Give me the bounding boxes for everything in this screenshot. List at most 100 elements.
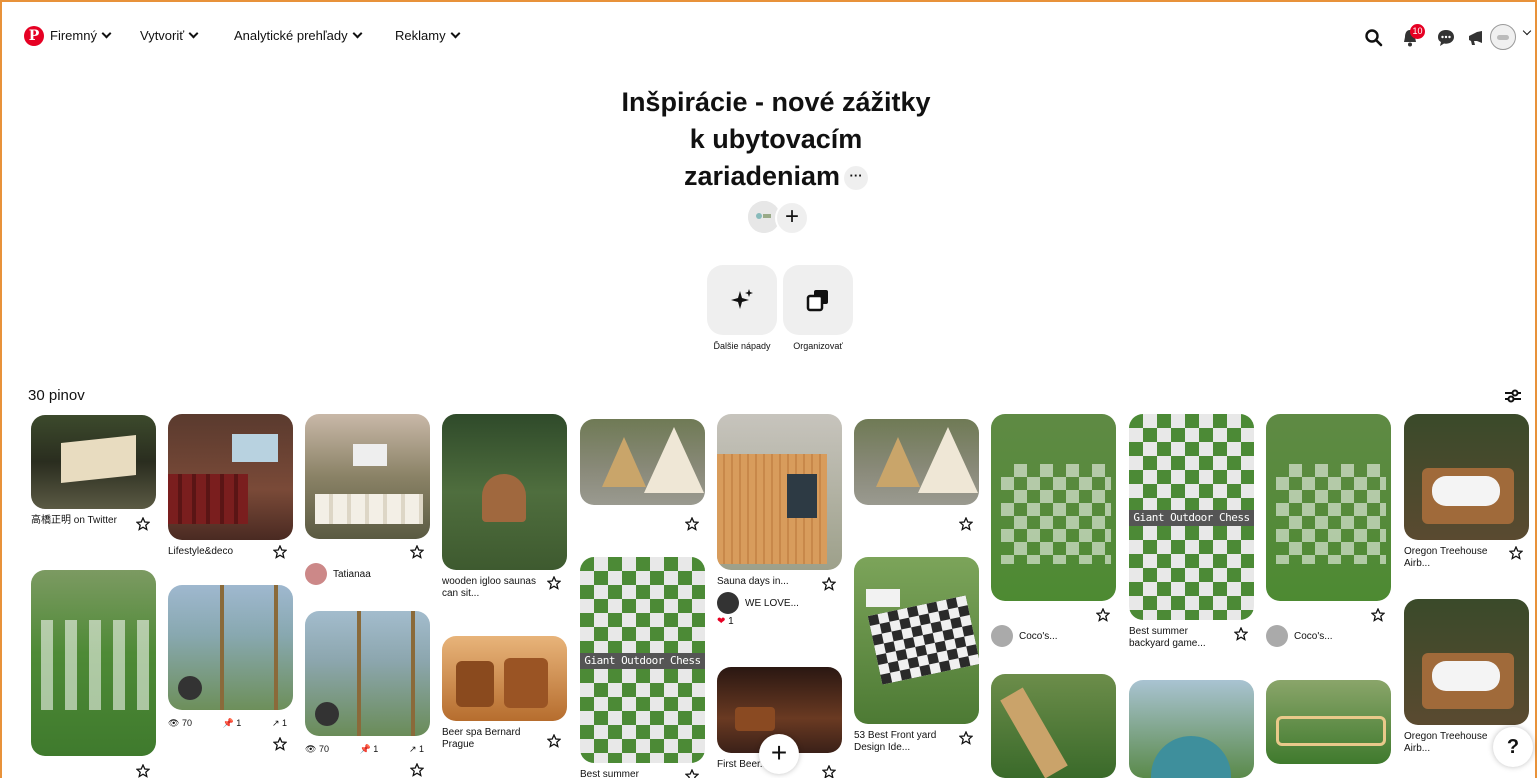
nav-analytics-menu[interactable]: Analytické prehľady — [234, 28, 363, 43]
nav-create-menu[interactable]: Vytvoriť — [140, 28, 199, 43]
pin-card[interactable] — [991, 674, 1116, 778]
pin-image[interactable] — [854, 557, 979, 724]
pin-creator[interactable]: Coco's... — [1266, 625, 1391, 647]
board-more-button[interactable]: ··· — [844, 165, 869, 190]
star-icon[interactable] — [685, 517, 699, 531]
star-icon[interactable] — [822, 577, 836, 591]
pin-card[interactable]: wooden igloo saunas can sit... — [442, 414, 567, 600]
pin-card[interactable]: Beer spa Bernard Prague — [442, 636, 567, 751]
chat-icon[interactable] — [1436, 28, 1456, 48]
pin-card[interactable]: 👁 70 📌 1 ↗ 1 — [168, 585, 293, 751]
nav-business-menu[interactable]: Firemný — [50, 28, 112, 43]
pin-image[interactable] — [1404, 599, 1529, 725]
pin-image[interactable] — [1266, 680, 1391, 764]
pin-image[interactable] — [168, 414, 293, 540]
pin-image[interactable] — [580, 419, 705, 505]
organize-button[interactable] — [783, 265, 853, 335]
star-icon[interactable] — [547, 576, 561, 590]
star-icon[interactable] — [1371, 608, 1385, 622]
star-icon[interactable] — [1096, 608, 1110, 622]
pin-card[interactable]: 高橋正明 on Twitter — [31, 415, 156, 531]
pin-title[interactable]: Best summer backyard game... — [1129, 626, 1229, 650]
star-icon[interactable] — [1509, 546, 1523, 560]
notifications-button[interactable]: 10 — [1400, 24, 1425, 48]
star-icon[interactable] — [959, 731, 973, 745]
pin-card[interactable]: Giant Outdoor Chess Best summer backyard… — [1129, 414, 1254, 650]
pin-card[interactable]: Oregon Treehouse Airb... — [1404, 414, 1529, 570]
creator-avatar — [1266, 625, 1288, 647]
pin-image[interactable] — [305, 611, 430, 736]
star-icon[interactable] — [410, 763, 424, 777]
pin-card[interactable]: Coco's... — [991, 414, 1116, 647]
pin-image[interactable] — [31, 570, 156, 756]
pin-card[interactable]: Coco's... — [1266, 414, 1391, 647]
profile-avatar[interactable] — [1490, 24, 1516, 50]
help-button[interactable]: ? — [1493, 727, 1533, 767]
pin-image[interactable] — [305, 414, 430, 539]
pin-card[interactable]: Sauna days in... WE LOVE... ❤ 1 — [717, 414, 842, 627]
filter-icon[interactable] — [1503, 386, 1523, 406]
pin-title[interactable]: 53 Best Front yard Design Ide... — [854, 730, 954, 754]
organize-label: Organizovať — [793, 341, 843, 351]
pin-image[interactable] — [991, 414, 1116, 601]
pin-card[interactable]: Giant Outdoor Chess Best summer — [580, 557, 705, 778]
pin-image[interactable] — [1404, 414, 1529, 540]
pin-card[interactable] — [580, 419, 705, 531]
pin-card[interactable]: 53 Best Front yard Design Ide... — [854, 557, 979, 754]
star-icon[interactable] — [273, 737, 287, 751]
chevron-down-icon[interactable] — [1522, 26, 1532, 36]
pin-title[interactable]: wooden igloo saunas can sit... — [442, 576, 542, 600]
pin-card[interactable]: 👁 70 📌 1 ↗ 1 — [305, 611, 430, 777]
pin-image[interactable] — [168, 585, 293, 710]
pin-creator[interactable]: Coco's... — [991, 625, 1116, 647]
pin-image[interactable] — [442, 414, 567, 570]
pin-image[interactable]: Giant Outdoor Chess — [580, 557, 705, 763]
pin-image[interactable] — [442, 636, 567, 721]
pin-creator[interactable]: WE LOVE... — [717, 592, 842, 614]
more-ideas-button[interactable] — [707, 265, 777, 335]
pin-card[interactable] — [1266, 680, 1391, 764]
pin-title[interactable]: Oregon Treehouse Airb... — [1404, 546, 1504, 570]
pin-title[interactable]: Beer spa Bernard Prague — [442, 727, 542, 751]
pin-card[interactable]: Lifestyle&deco — [168, 414, 293, 559]
pin-card[interactable] — [854, 419, 979, 531]
star-icon[interactable] — [273, 545, 287, 559]
pin-title[interactable]: 高橋正明 on Twitter — [31, 515, 131, 527]
pin-card[interactable] — [1129, 680, 1254, 778]
pin-image[interactable] — [854, 419, 979, 505]
views-stat: 👁 70 — [305, 744, 329, 754]
chevron-down-icon — [450, 28, 461, 39]
star-icon[interactable] — [1234, 627, 1248, 641]
star-icon[interactable] — [136, 517, 150, 531]
add-pin-button[interactable]: + — [759, 734, 799, 774]
pin-image[interactable] — [1129, 680, 1254, 778]
star-icon[interactable] — [822, 765, 836, 778]
search-icon[interactable] — [1364, 28, 1384, 48]
pin-card[interactable] — [31, 570, 156, 778]
more-ideas-action[interactable]: Ďalšie nápady — [707, 265, 777, 351]
more-ideas-label: Ďalšie nápady — [713, 341, 771, 351]
pin-title[interactable]: Oregon Treehouse Airb... — [1404, 731, 1504, 755]
chess-banner: Giant Outdoor Chess — [580, 653, 705, 669]
star-icon[interactable] — [685, 769, 699, 778]
add-collaborator-button[interactable]: + — [775, 201, 809, 235]
star-icon[interactable] — [547, 734, 561, 748]
pinterest-logo[interactable]: P — [24, 26, 44, 46]
organize-action[interactable]: Organizovať — [783, 265, 853, 351]
nav-ads-menu[interactable]: Reklamy — [395, 28, 461, 43]
pin-image[interactable] — [717, 414, 842, 570]
pin-creator[interactable]: Tatianaa — [305, 563, 430, 585]
star-icon[interactable] — [136, 764, 150, 778]
pin-title[interactable]: Lifestyle&deco — [168, 546, 268, 558]
star-icon[interactable] — [410, 545, 424, 559]
star-icon[interactable] — [959, 517, 973, 531]
pin-image[interactable]: Giant Outdoor Chess — [1129, 414, 1254, 620]
megaphone-icon[interactable] — [1466, 28, 1486, 48]
pin-title[interactable]: Sauna days in... — [717, 576, 817, 588]
pin-image[interactable] — [1266, 414, 1391, 601]
pin-image[interactable] — [991, 674, 1116, 778]
pin-title[interactable]: Best summer — [580, 769, 680, 778]
pin-card[interactable]: Tatianaa — [305, 414, 430, 585]
top-nav: P Firemný Vytvoriť Analytické prehľady R… — [0, 14, 1537, 58]
pin-image[interactable] — [31, 415, 156, 509]
